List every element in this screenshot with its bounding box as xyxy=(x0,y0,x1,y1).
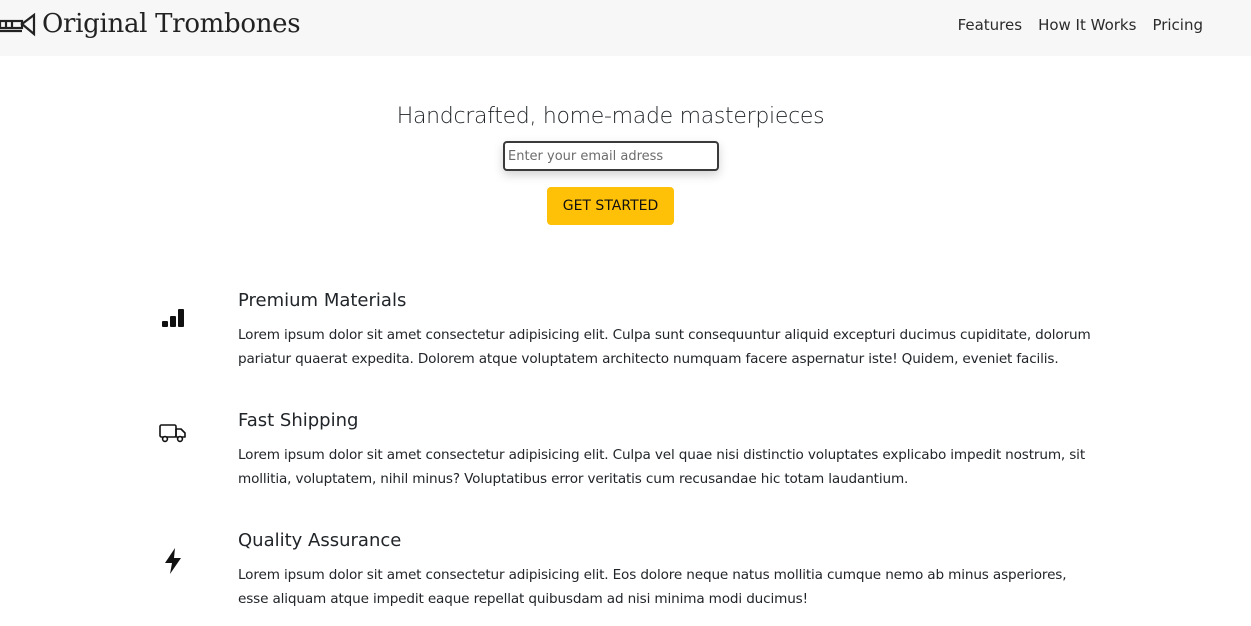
feature-quality-assurance: Quality Assurance Lorem ipsum dolor sit … xyxy=(0,529,1251,619)
get-started-button[interactable]: GET STARTED xyxy=(547,187,674,225)
bar-chart-icon xyxy=(159,304,187,332)
email-input[interactable] xyxy=(503,141,719,171)
nav-link-pricing[interactable]: Pricing xyxy=(1152,15,1203,35)
feature-title: Quality Assurance xyxy=(238,530,402,551)
brand-name: Original Trombones xyxy=(42,9,301,39)
nav-link-how-it-works[interactable]: How It Works xyxy=(1038,15,1136,35)
feature-title: Fast Shipping xyxy=(238,410,359,431)
feature-description: Lorem ipsum dolor sit amet consectetur a… xyxy=(238,447,1085,487)
feature-fast-shipping: Fast Shipping Lorem ipsum dolor sit amet… xyxy=(0,409,1251,499)
site-header: Original Trombones Features How It Works… xyxy=(0,0,1251,56)
feature-description: Lorem ipsum dolor sit amet consectetur a… xyxy=(238,327,1091,367)
nav-link-features[interactable]: Features xyxy=(958,15,1023,35)
main-nav: Features How It Works Pricing xyxy=(942,15,1203,35)
hero-title: Handcrafted, home-made masterpieces xyxy=(396,104,825,129)
brand-logo[interactable]: Original Trombones xyxy=(0,4,301,44)
trombone-icon xyxy=(0,10,36,38)
truck-icon xyxy=(159,419,187,447)
feature-premium-materials: Premium Materials Lorem ipsum dolor sit … xyxy=(0,289,1251,379)
feature-title: Premium Materials xyxy=(238,290,407,311)
feature-description: Lorem ipsum dolor sit amet consectetur a… xyxy=(238,567,1067,607)
bolt-icon xyxy=(159,547,187,575)
